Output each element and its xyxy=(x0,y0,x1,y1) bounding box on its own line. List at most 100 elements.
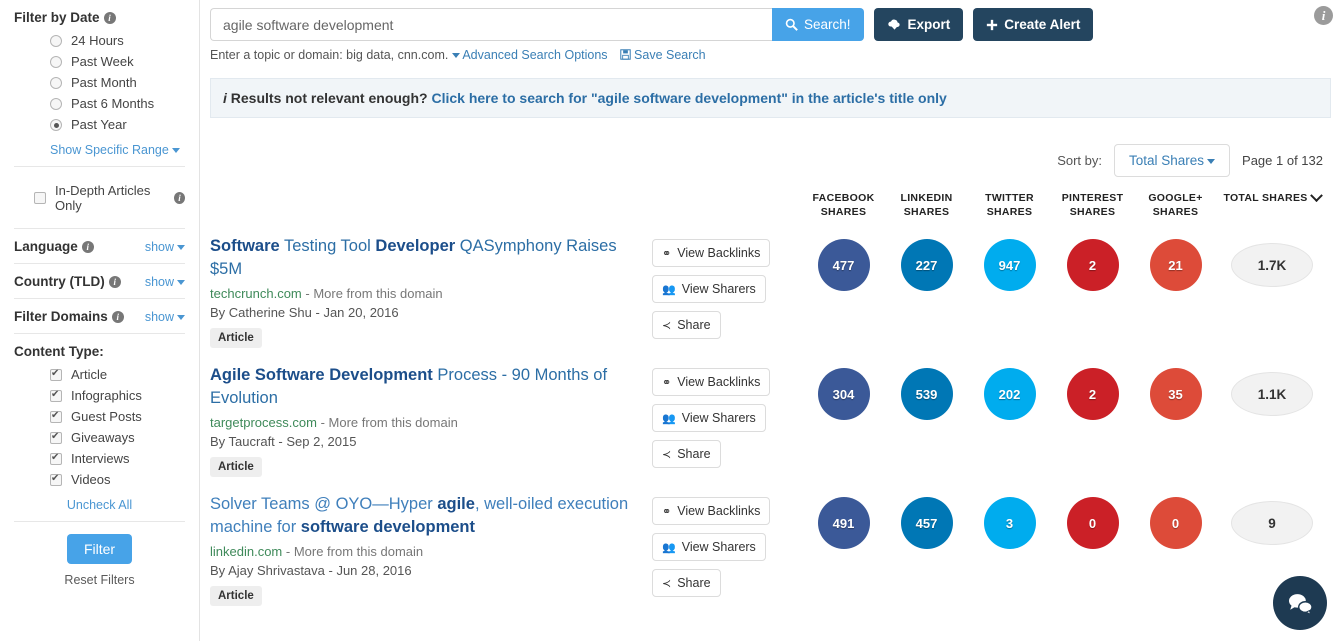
radio-icon[interactable] xyxy=(50,34,62,47)
metric-total-bubble: 1.7K xyxy=(1231,243,1313,287)
language-show-toggle[interactable]: show xyxy=(145,240,185,254)
metric-total-cell: 1.1K xyxy=(1217,372,1327,416)
date-option-past-month[interactable]: Past Month xyxy=(14,72,185,93)
view-backlinks-button[interactable]: ⚭ View Backlinks xyxy=(652,239,771,267)
metric-pinterest-bubble: 2 xyxy=(1066,368,1119,420)
content-type-article[interactable]: Article xyxy=(14,364,185,385)
view-sharers-button-label: View Sharers xyxy=(681,540,756,554)
filter-button[interactable]: Filter xyxy=(66,534,133,564)
share-button[interactable]: ≺ Share xyxy=(652,569,721,597)
users-icon: 👥 xyxy=(662,541,676,554)
content-type-interviews[interactable]: Interviews xyxy=(14,448,185,469)
date-radio-group: 24 Hours Past Week Past Month Past 6 Mon… xyxy=(14,30,185,135)
radio-icon[interactable] xyxy=(50,97,62,110)
indepth-articles-toggle[interactable]: In-Depth Articles Only i xyxy=(14,177,185,219)
checkbox-icon[interactable] xyxy=(34,192,46,204)
reset-filters-link[interactable]: Reset Filters xyxy=(14,564,185,587)
more-from-domain-link[interactable]: - More from this domain xyxy=(286,544,423,559)
share-button[interactable]: ≺ Share xyxy=(652,440,721,468)
date-option-24-hours[interactable]: 24 Hours xyxy=(14,30,185,51)
filter-domains-title: Filter Domains xyxy=(14,309,108,324)
metric-total-bubble: 9 xyxy=(1231,501,1313,545)
content-type-videos[interactable]: Videos xyxy=(14,469,185,490)
view-backlinks-button[interactable]: ⚭ View Backlinks xyxy=(652,497,771,525)
view-backlinks-button-label: View Backlinks xyxy=(677,246,761,260)
metric-total-cell: 9 xyxy=(1217,501,1327,545)
view-sharers-button[interactable]: 👥 View Sharers xyxy=(652,404,766,432)
language-heading: Language i xyxy=(14,239,94,254)
uncheck-all-link[interactable]: Uncheck All xyxy=(14,490,185,512)
create-alert-button[interactable]: Create Alert xyxy=(973,8,1094,41)
info-icon[interactable]: i xyxy=(108,275,121,288)
result-domain-link[interactable]: techcrunch.com xyxy=(210,286,302,301)
country-toggle-label: show xyxy=(144,274,174,289)
search-hint-row: Enter a topic or domain: big data, cnn.c… xyxy=(210,48,1331,62)
domains-show-toggle[interactable]: show xyxy=(145,310,185,324)
column-line2: SHARES xyxy=(1152,206,1199,218)
date-option-past-year[interactable]: Past Year xyxy=(14,114,185,135)
country-heading: Country (TLD) i xyxy=(14,274,121,289)
more-from-domain-link[interactable]: - More from this domain xyxy=(305,286,442,301)
sort-by-label: Sort by: xyxy=(1057,153,1102,168)
users-icon: 👥 xyxy=(662,412,676,425)
info-icon[interactable]: i xyxy=(103,11,116,24)
info-icon[interactable]: i xyxy=(81,240,94,253)
checkbox-icon-checked[interactable] xyxy=(50,409,62,423)
result-actions: ⚭ View Backlinks 👥 View Sharers ≺ Share xyxy=(652,493,802,605)
result-title-link[interactable]: Software Testing Tool Developer QASympho… xyxy=(210,235,638,281)
content-type-label: Videos xyxy=(71,472,111,487)
view-sharers-button[interactable]: 👥 View Sharers xyxy=(652,275,766,303)
radio-icon[interactable] xyxy=(50,76,62,89)
view-backlinks-button[interactable]: ⚭ View Backlinks xyxy=(652,368,771,396)
radio-icon[interactable] xyxy=(50,55,62,68)
sort-toolbar: Sort by: Total Shares Page 1 of 132 xyxy=(210,144,1331,177)
checkbox-icon-checked[interactable] xyxy=(50,388,62,402)
column-total-shares[interactable]: TOTAL SHARES xyxy=(1217,188,1327,205)
radio-icon-selected[interactable] xyxy=(50,118,62,131)
metric-linkedin-bubble: 227 xyxy=(900,239,953,291)
content-type-giveaways[interactable]: Giveaways xyxy=(14,427,185,448)
share-button-label: Share xyxy=(677,318,711,332)
result-row: Software Testing Tool Developer QASympho… xyxy=(210,235,1331,348)
search-input[interactable] xyxy=(210,8,772,41)
info-icon[interactable]: i xyxy=(1314,6,1333,25)
result-domain-link[interactable]: targetprocess.com xyxy=(210,415,317,430)
checkbox-icon-checked[interactable] xyxy=(50,451,62,465)
advanced-search-options-link[interactable]: Advanced Search Options xyxy=(452,48,608,62)
save-search-link[interactable]: Save Search xyxy=(619,48,706,62)
checkbox-icon-checked[interactable] xyxy=(50,367,62,381)
sort-by-dropdown[interactable]: Total Shares xyxy=(1113,144,1231,177)
floppy-disk-icon xyxy=(619,49,631,60)
checkbox-icon-checked[interactable] xyxy=(50,430,62,444)
date-option-past-week[interactable]: Past Week xyxy=(14,51,185,72)
export-button[interactable]: Export xyxy=(873,8,964,41)
search-icon xyxy=(785,18,798,31)
result-domain-link[interactable]: linkedin.com xyxy=(210,544,282,559)
metric-facebook-cell: 477 xyxy=(802,239,885,291)
metric-pinterest-cell: 2 xyxy=(1051,239,1134,291)
result-title-link[interactable]: Solver Teams @ OYO—Hyper agile, well-oil… xyxy=(210,493,638,539)
view-sharers-button[interactable]: 👥 View Sharers xyxy=(652,533,766,561)
view-sharers-button-label: View Sharers xyxy=(681,411,756,425)
content-type-title: Content Type: xyxy=(14,344,104,359)
chat-widget-button[interactable] xyxy=(1273,576,1327,630)
show-specific-range-link[interactable]: Show Specific Range xyxy=(14,135,185,157)
metric-facebook-bubble: 491 xyxy=(817,497,870,549)
share-button[interactable]: ≺ Share xyxy=(652,311,721,339)
checkbox-icon-checked[interactable] xyxy=(50,472,62,486)
result-actions: ⚭ View Backlinks 👥 View Sharers ≺ Share xyxy=(652,364,802,476)
title-only-search-link[interactable]: Click here to search for "agile software… xyxy=(431,90,946,106)
country-show-toggle[interactable]: show xyxy=(145,275,185,289)
result-title-link[interactable]: Agile Software Development Process - 90 … xyxy=(210,364,638,410)
more-from-domain-link[interactable]: - More from this domain xyxy=(321,415,458,430)
date-option-past-6-months[interactable]: Past 6 Months xyxy=(14,93,185,114)
info-icon[interactable]: i xyxy=(174,192,185,204)
indepth-section: In-Depth Articles Only i xyxy=(14,167,185,229)
content-type-guest-posts[interactable]: Guest Posts xyxy=(14,406,185,427)
info-icon[interactable]: i xyxy=(111,310,124,323)
content-type-infographics[interactable]: Infographics xyxy=(14,385,185,406)
share-alt-icon: ≺ xyxy=(662,319,672,332)
content-type-label: Interviews xyxy=(71,451,130,466)
column-googleplus-shares: GOOGLE+ SHARES xyxy=(1134,191,1217,219)
search-button[interactable]: Search! xyxy=(772,8,864,41)
